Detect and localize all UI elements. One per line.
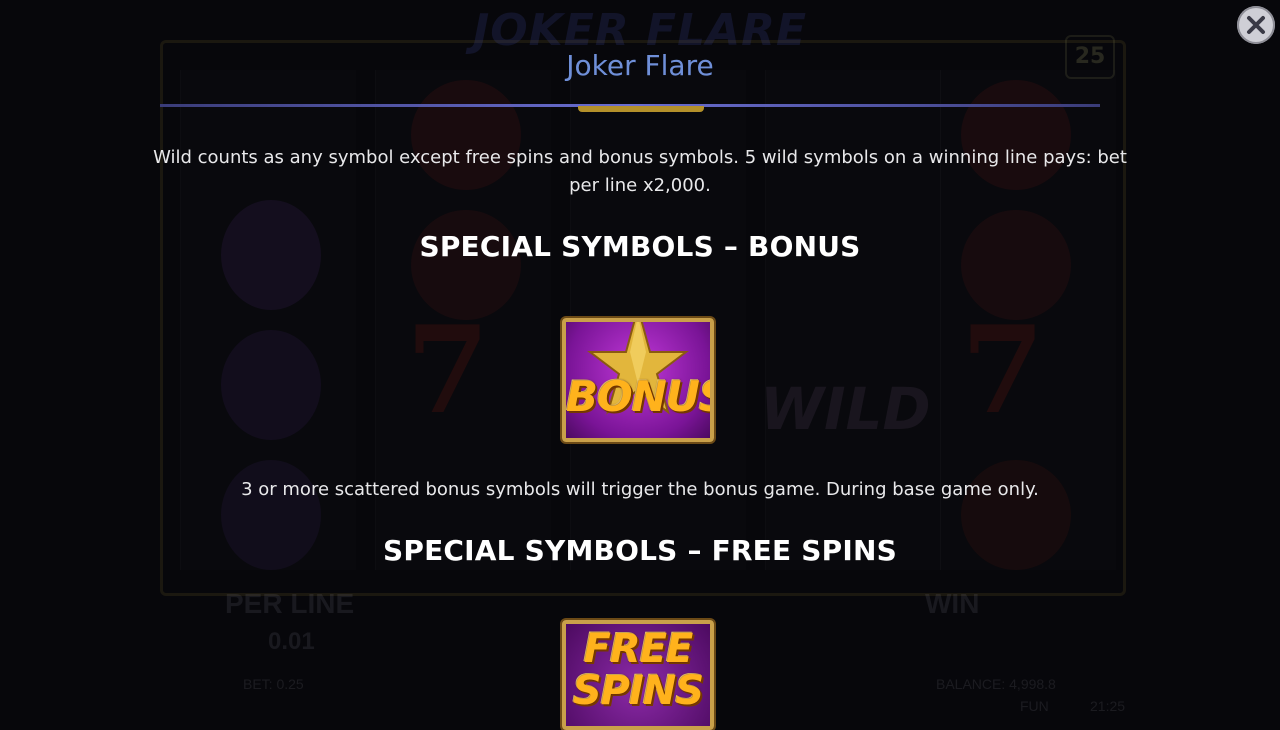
bet-text: BET: 0.25	[243, 676, 304, 692]
bonus-symbol: BONUS	[562, 318, 714, 442]
fun-text: FUN	[1020, 698, 1049, 714]
title-divider-accent	[578, 106, 704, 112]
free-spins-symbol: FREE SPINS	[562, 620, 714, 730]
per-line-label: PER LINE	[225, 588, 355, 619]
bonus-symbol-text: BONUS	[566, 372, 714, 421]
clock-text: 21:25	[1090, 698, 1126, 714]
wild-symbol: WILD	[760, 375, 931, 443]
per-line-value: 0.01	[268, 628, 315, 655]
win-label: WIN	[925, 588, 980, 619]
close-button[interactable]	[1237, 6, 1275, 44]
close-icon	[1247, 16, 1265, 34]
free-spins-symbol-text-1: FREE	[583, 626, 694, 672]
wild-description: Wild counts as any symbol except free sp…	[153, 147, 1127, 196]
bonus-heading: SPECIAL SYMBOLS – BONUS	[419, 230, 861, 263]
page-title: Joker Flare	[566, 49, 714, 82]
seven-symbol: 7	[961, 300, 1045, 441]
seven-symbol: 7	[406, 300, 490, 441]
free-spins-heading: SPECIAL SYMBOLS – FREE SPINS	[383, 534, 897, 567]
bonus-description: 3 or more scattered bonus symbols will t…	[241, 479, 1039, 500]
balance-text: BALANCE: 4,998.8	[936, 676, 1056, 692]
grape-symbol	[221, 330, 321, 440]
free-spins-symbol-text-2: SPINS	[572, 668, 704, 714]
